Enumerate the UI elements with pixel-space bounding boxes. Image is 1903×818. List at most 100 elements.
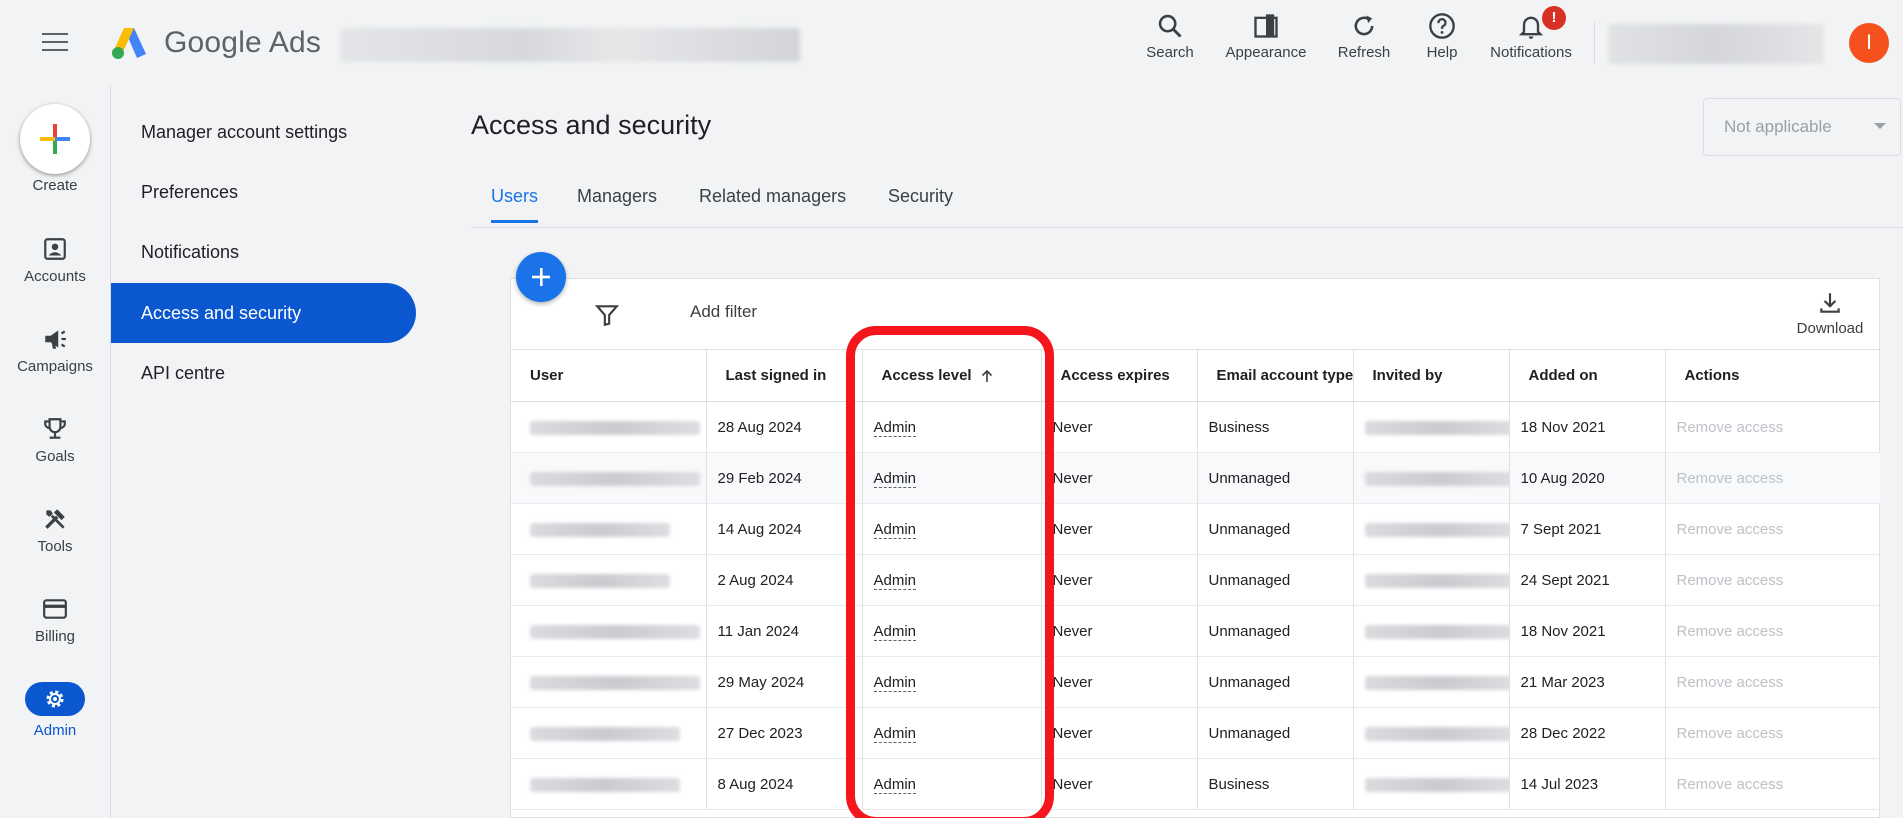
- scope-select[interactable]: Not applicable: [1703, 98, 1901, 156]
- create-button[interactable]: [20, 104, 90, 174]
- table-cell: [511, 401, 706, 453]
- table-cell: 8 Aug 2024: [705, 758, 862, 810]
- table-cell: 14 Aug 2024: [705, 503, 862, 555]
- rail-label: Billing: [34, 628, 76, 645]
- filter-icon[interactable]: [594, 302, 620, 328]
- trophy-icon: [44, 418, 66, 439]
- table-cell: 29 Feb 2024: [705, 452, 862, 504]
- rail-item-tools[interactable]: Tools: [0, 506, 110, 555]
- remove-access-link[interactable]: Remove access: [1677, 725, 1784, 742]
- column-header-invited-by[interactable]: Invited by: [1352, 349, 1509, 402]
- help-label: Help: [1426, 44, 1458, 61]
- rail-item-billing[interactable]: Billing: [0, 596, 110, 645]
- caret-down-icon: [1874, 123, 1886, 129]
- access-level-link[interactable]: Admin: [873, 673, 917, 692]
- rail-item-accounts[interactable]: Accounts: [0, 236, 110, 285]
- access-level-link[interactable]: Admin: [873, 418, 917, 437]
- column-header-email-account-type[interactable]: Email account type: [1196, 349, 1353, 402]
- sort-ascending-icon: [981, 369, 992, 383]
- access-level-link[interactable]: Admin: [873, 469, 917, 488]
- bell-icon: [1518, 16, 1544, 39]
- rail-item-admin[interactable]: Admin: [0, 682, 110, 739]
- add-user-button[interactable]: [516, 252, 566, 302]
- table-row: 8 Aug 2024 Admin Never Business 14 Jul 2023 R…: [511, 758, 1880, 810]
- refresh-label: Refresh: [1337, 44, 1391, 61]
- notifications-button[interactable]: ! Notifications: [1484, 6, 1578, 72]
- refresh-icon: [1354, 15, 1374, 36]
- column-header-added-on[interactable]: Added on: [1508, 349, 1665, 402]
- added-on-cell: 24 Sept 2021: [1520, 571, 1610, 589]
- table-cell: [1352, 605, 1509, 657]
- subnav-item-notifications[interactable]: Notifications: [111, 222, 416, 282]
- table-cell: Business: [1196, 401, 1353, 453]
- table-cell: Remove access: [1664, 401, 1880, 453]
- table-cell: Unmanaged: [1196, 707, 1353, 759]
- subnav-item-preferences[interactable]: Preferences: [111, 162, 416, 222]
- remove-access-link[interactable]: Remove access: [1677, 776, 1784, 793]
- rail-item-campaigns[interactable]: Campaigns: [0, 326, 110, 375]
- tab-related-managers[interactable]: Related managers: [699, 186, 846, 223]
- user-cell-redacted: [530, 726, 680, 741]
- user-info-redacted: [1608, 24, 1824, 64]
- table-cell: 14 Jul 2023: [1508, 758, 1665, 810]
- table-cell: 21 Mar 2023: [1508, 656, 1665, 708]
- table-cell: 28 Dec 2022: [1508, 707, 1665, 759]
- email-account-type-cell: Unmanaged: [1208, 622, 1291, 640]
- added-on-cell: 21 Mar 2023: [1520, 673, 1605, 691]
- invited-by-cell-redacted: [1364, 573, 1509, 588]
- table-cell: 18 Nov 2021: [1508, 605, 1665, 657]
- access-level-link[interactable]: Admin: [873, 622, 917, 641]
- rail-create-label[interactable]: Create: [0, 177, 110, 194]
- tab-users[interactable]: Users: [491, 186, 539, 223]
- last-signed-in-cell: 29 Feb 2024: [717, 469, 802, 487]
- subnav-item-access-and-security[interactable]: Access and security: [111, 283, 416, 343]
- access-level-link[interactable]: Admin: [873, 571, 917, 590]
- help-icon: [1429, 13, 1455, 39]
- rail-item-goals[interactable]: Goals: [0, 416, 110, 465]
- remove-access-link[interactable]: Remove access: [1677, 419, 1784, 436]
- refresh-button[interactable]: Refresh: [1334, 12, 1394, 72]
- megaphone-icon: [45, 330, 66, 349]
- appearance-button[interactable]: Appearance: [1222, 12, 1310, 72]
- menu-icon[interactable]: [42, 33, 68, 51]
- column-header-last-signed-in[interactable]: Last signed in: [705, 349, 862, 402]
- notification-badge: !: [1542, 6, 1566, 30]
- tab-bar: Users Managers Related managers Security: [471, 174, 1903, 228]
- remove-access-link[interactable]: Remove access: [1677, 521, 1784, 538]
- download-icon: [1820, 293, 1840, 313]
- access-level-link[interactable]: Admin: [873, 775, 917, 794]
- table-cell: Remove access: [1664, 656, 1880, 708]
- search-button[interactable]: Search: [1140, 12, 1200, 72]
- invited-by-cell-redacted: [1364, 726, 1509, 741]
- access-expires-cell: Never: [1052, 673, 1093, 691]
- table-cell: 28 Aug 2024: [705, 401, 862, 453]
- table-row: 27 Dec 2023 Admin Never Unmanaged 28 Dec 202…: [511, 707, 1880, 759]
- remove-access-link[interactable]: Remove access: [1677, 674, 1784, 691]
- add-filter-button[interactable]: Add filter: [690, 302, 757, 322]
- help-button[interactable]: Help: [1422, 12, 1462, 72]
- table-cell: [511, 656, 706, 708]
- download-button[interactable]: Download: [1790, 290, 1870, 337]
- tab-security[interactable]: Security: [888, 186, 953, 223]
- column-header-access-level[interactable]: Access level: [861, 349, 1041, 402]
- column-header-access-expires[interactable]: Access expires: [1040, 349, 1197, 402]
- access-level-link[interactable]: Admin: [873, 724, 917, 743]
- remove-access-link[interactable]: Remove access: [1677, 572, 1784, 589]
- table-cell: Never: [1040, 605, 1197, 657]
- remove-access-link[interactable]: Remove access: [1677, 623, 1784, 640]
- column-header-user[interactable]: User: [511, 349, 706, 402]
- access-level-link[interactable]: Admin: [873, 520, 917, 539]
- subnav-item-manager-account-settings[interactable]: Manager account settings: [111, 102, 416, 162]
- access-expires-cell: Never: [1052, 571, 1093, 589]
- user-cell-redacted: [530, 471, 700, 486]
- rail-label: Accounts: [24, 268, 86, 285]
- table-cell: Never: [1040, 554, 1197, 606]
- table-cell: Unmanaged: [1196, 503, 1353, 555]
- avatar[interactable]: I: [1849, 23, 1889, 63]
- tab-managers[interactable]: Managers: [577, 186, 657, 223]
- user-cell-redacted: [530, 573, 670, 588]
- subnav-item-api-centre[interactable]: API centre: [111, 343, 416, 403]
- remove-access-link[interactable]: Remove access: [1677, 470, 1784, 487]
- table-cell: Admin: [861, 758, 1041, 810]
- table-cell: Admin: [861, 503, 1041, 555]
